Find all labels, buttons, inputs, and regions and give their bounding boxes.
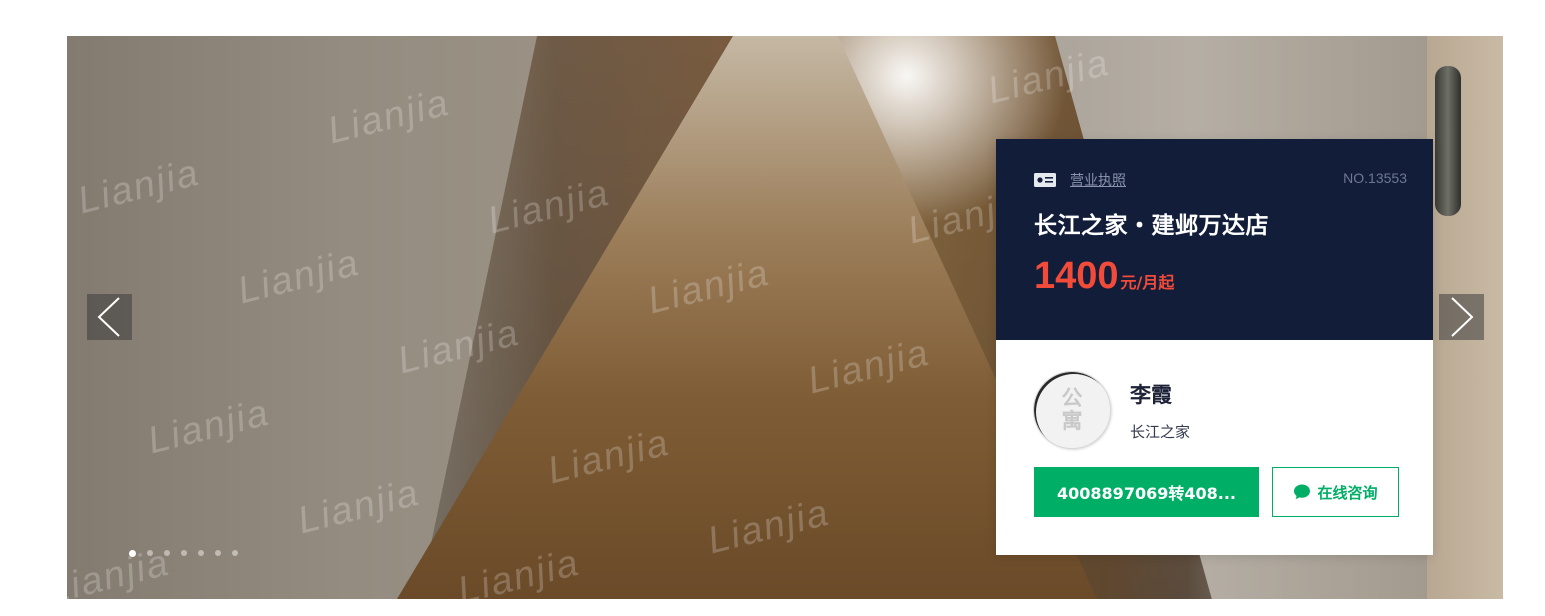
gallery-photo-door-handle <box>1435 66 1461 216</box>
pagination-dot[interactable] <box>181 550 187 556</box>
agent-company: 长江之家 <box>1130 423 1191 441</box>
avatar-text: 寓 <box>1061 409 1083 433</box>
online-consult-label: 在线咨询 <box>1317 483 1378 502</box>
pagination-dot[interactable] <box>164 550 170 556</box>
avatar: 公 寓 <box>1033 371 1111 449</box>
pagination-dot[interactable] <box>198 550 204 556</box>
phone-call-button[interactable]: 4008897069转408... <box>1034 467 1259 517</box>
avatar-text: 公 <box>1061 386 1083 410</box>
price-row: 1400 元/月起 <box>1034 255 1174 298</box>
pagination-dot[interactable] <box>147 550 153 556</box>
chat-bubble-icon <box>1294 484 1311 500</box>
price-value: 1400 <box>1034 255 1119 297</box>
agent-name: 李霞 <box>1130 383 1172 407</box>
license-number: NO.13553 <box>1343 170 1407 186</box>
phone-number-label: 4008897069转408... <box>1057 484 1236 503</box>
gallery-pagination <box>129 550 238 558</box>
online-consult-button[interactable]: 在线咨询 <box>1272 467 1399 517</box>
license-card-icon <box>1034 173 1056 187</box>
store-card-header: 营业执照 NO.13553 长江之家・建邺万达店 1400 元/月起 <box>996 139 1433 340</box>
price-unit: 元/月起 <box>1120 273 1175 292</box>
chevron-left-icon <box>97 297 120 337</box>
license-row: 营业执照 <box>1034 170 1126 190</box>
pagination-dot[interactable] <box>232 550 238 556</box>
pagination-dot[interactable] <box>129 550 136 557</box>
pagination-dot[interactable] <box>215 550 221 556</box>
store-info-card: 营业执照 NO.13553 长江之家・建邺万达店 1400 元/月起 公 寓 李霞… <box>996 139 1433 555</box>
gallery-prev-button[interactable] <box>87 294 132 340</box>
gallery-next-button[interactable] <box>1439 294 1484 340</box>
store-name: 长江之家・建邺万达店 <box>1034 213 1269 239</box>
chevron-right-icon <box>1451 297 1474 337</box>
license-link[interactable]: 营业执照 <box>1070 170 1126 190</box>
